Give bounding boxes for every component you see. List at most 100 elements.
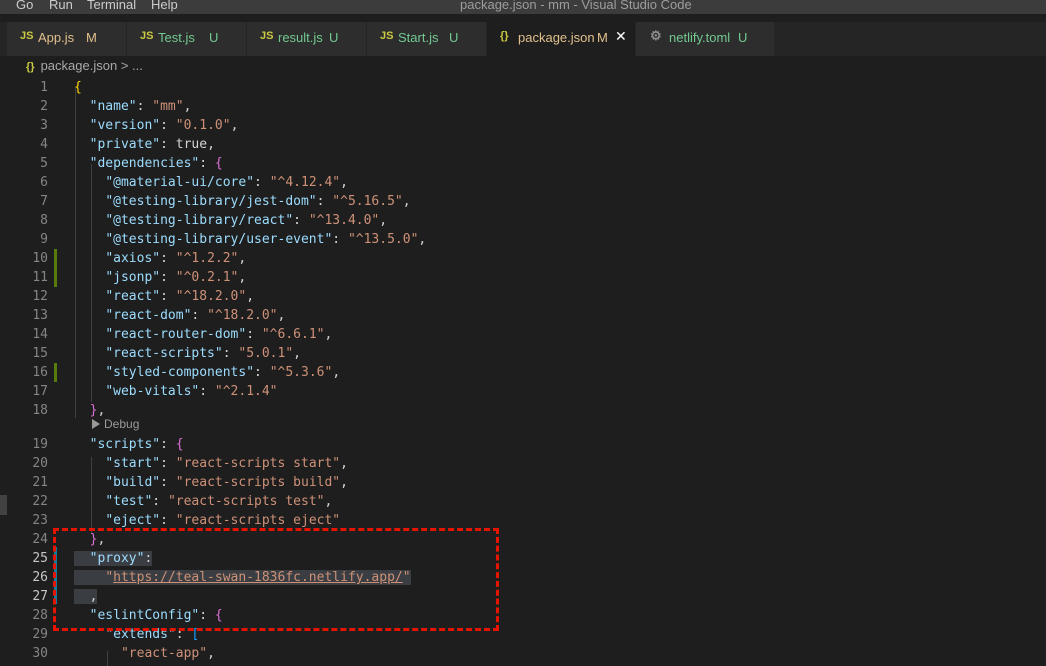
line-number: 17: [32, 384, 48, 399]
code-line[interactable]: 14 "react-router-dom": "^6.6.1",: [0, 325, 1046, 344]
line-number: 15: [32, 346, 48, 361]
code-text: "dependencies": {: [89, 156, 223, 171]
tab-status: U: [329, 30, 339, 45]
line-number: 25: [32, 551, 48, 566]
tab-label: Test.js: [158, 30, 195, 45]
code-text: "private": true,: [89, 137, 215, 152]
tab-test-js[interactable]: JS Test.js U: [127, 22, 247, 56]
breadcrumb[interactable]: {} package.json > ...: [26, 58, 143, 76]
line-number: 1: [40, 80, 48, 95]
json-file-icon: {}: [26, 61, 35, 73]
code-text: "@testing-library/jest-dom": "^5.16.5",: [105, 194, 411, 209]
code-line[interactable]: 5 "dependencies": {: [0, 154, 1046, 173]
line-number: 23: [32, 513, 48, 528]
line-number: 8: [40, 213, 48, 228]
line-number: 28: [32, 608, 48, 623]
line-number: 9: [40, 232, 48, 247]
tab-label: result.js: [278, 30, 323, 45]
line-number: 10: [32, 251, 48, 266]
menu-terminal[interactable]: Terminal: [87, 0, 136, 12]
line-number: 4: [40, 137, 48, 152]
code-line[interactable]: 10 "axios": "^1.2.2",: [0, 249, 1046, 268]
code-line[interactable]: 2 "name": "mm",: [0, 97, 1046, 116]
scrollbar[interactable]: [0, 495, 7, 515]
code-text: "test": "react-scripts test",: [105, 494, 333, 509]
code-text: "react-app",: [120, 646, 215, 661]
gear-icon: ⚙: [650, 28, 662, 43]
line-number: 30: [32, 646, 48, 661]
tab-status: M: [86, 30, 97, 45]
code-line[interactable]: 30 "react-app",: [0, 644, 1046, 663]
line-number: 3: [40, 118, 48, 133]
code-line[interactable]: 15 "react-scripts": "5.0.1",: [0, 344, 1046, 363]
code-line[interactable]: 18 },: [0, 401, 1046, 420]
line-number: 6: [40, 175, 48, 190]
tab-label: Start.js: [398, 30, 439, 45]
code-text: "version": "0.1.0",: [89, 118, 239, 133]
tab-status: U: [449, 30, 459, 45]
code-line[interactable]: 22 "test": "react-scripts test",: [0, 492, 1046, 511]
code-text: "styled-components": "^5.3.6",: [105, 365, 341, 380]
js-file-icon: JS: [260, 30, 274, 42]
line-number: 12: [32, 289, 48, 304]
code-line[interactable]: 20 "start": "react-scripts start",: [0, 454, 1046, 473]
close-icon[interactable]: ✕: [615, 28, 627, 45]
tab-status: U: [738, 30, 748, 45]
code-text: "start": "react-scripts start",: [105, 456, 348, 471]
code-text: "react-scripts": "5.0.1",: [105, 346, 301, 361]
breadcrumb-file[interactable]: package.json: [41, 58, 118, 73]
tab-start-js[interactable]: JS Start.js U: [367, 22, 487, 56]
tab-app-js[interactable]: JS App.js M: [7, 22, 127, 56]
js-file-icon: JS: [20, 30, 34, 42]
code-line[interactable]: 17 "web-vitals": "^2.1.4": [0, 382, 1046, 401]
tab-result-js[interactable]: JS result.js U: [247, 22, 367, 56]
line-number: 13: [32, 308, 48, 323]
tab-package-json[interactable]: {} package.json M ✕: [487, 22, 636, 56]
menu-run[interactable]: Run: [49, 0, 73, 12]
code-text: "@material-ui/core": "^4.12.4",: [105, 175, 348, 190]
code-text: "@testing-library/react": "^13.4.0",: [105, 213, 388, 228]
code-line[interactable]: 13 "react-dom": "^18.2.0",: [0, 306, 1046, 325]
code-text: {: [74, 80, 82, 95]
code-line[interactable]: 8 "@testing-library/react": "^13.4.0",: [0, 211, 1046, 230]
code-line[interactable]: 21 "build": "react-scripts build",: [0, 473, 1046, 492]
js-file-icon: JS: [380, 30, 394, 42]
play-icon: [92, 419, 100, 429]
line-number: 26: [32, 570, 48, 585]
code-line[interactable]: 12 "react": "^18.2.0",: [0, 287, 1046, 306]
tab-netlify-toml[interactable]: ⚙ netlify.toml U: [636, 22, 775, 56]
code-text: "axios": "^1.2.2",: [105, 251, 247, 266]
code-line[interactable]: 7 "@testing-library/jest-dom": "^5.16.5"…: [0, 192, 1046, 211]
code-line[interactable]: 6 "@material-ui/core": "^4.12.4",: [0, 173, 1046, 192]
menu-help[interactable]: Help: [151, 0, 178, 12]
line-number: 27: [32, 589, 48, 604]
code-text: "scripts": {: [89, 437, 184, 452]
tab-status: U: [209, 30, 219, 45]
tab-label: App.js: [38, 30, 75, 45]
code-line[interactable]: 11 "jsonp": "^0.2.1",: [0, 268, 1046, 287]
code-line[interactable]: 1{: [0, 78, 1046, 97]
line-number: 7: [40, 194, 48, 209]
code-text: "build": "react-scripts build",: [105, 475, 348, 490]
code-text: "name": "mm",: [89, 99, 192, 114]
breadcrumb-more[interactable]: > ...: [121, 58, 143, 73]
code-line[interactable]: 4 "private": true,: [0, 135, 1046, 154]
code-line[interactable]: 3 "version": "0.1.0",: [0, 116, 1046, 135]
line-number: 18: [32, 403, 48, 418]
line-number: 24: [32, 532, 48, 547]
js-file-icon: JS: [140, 30, 154, 42]
code-text: "react": "^18.2.0",: [105, 289, 255, 304]
line-number: 11: [32, 270, 48, 285]
window-title: package.json - mm - Visual Studio Code: [460, 0, 692, 12]
code-text: "@testing-library/user-event": "^13.5.0"…: [105, 232, 427, 247]
code-text: "jsonp": "^0.2.1",: [105, 270, 247, 285]
code-line[interactable]: 16 "styled-components": "^5.3.6",: [0, 363, 1046, 382]
tab-label: netlify.toml: [669, 30, 731, 45]
line-number: 14: [32, 327, 48, 342]
code-text: "react-dom": "^18.2.0",: [105, 308, 286, 323]
code-line[interactable]: 9 "@testing-library/user-event": "^13.5.…: [0, 230, 1046, 249]
line-number: 22: [32, 494, 48, 509]
code-text: "web-vitals": "^2.1.4": [105, 384, 278, 399]
code-line[interactable]: 19 "scripts": {: [0, 435, 1046, 454]
menu-go[interactable]: Go: [16, 0, 33, 12]
